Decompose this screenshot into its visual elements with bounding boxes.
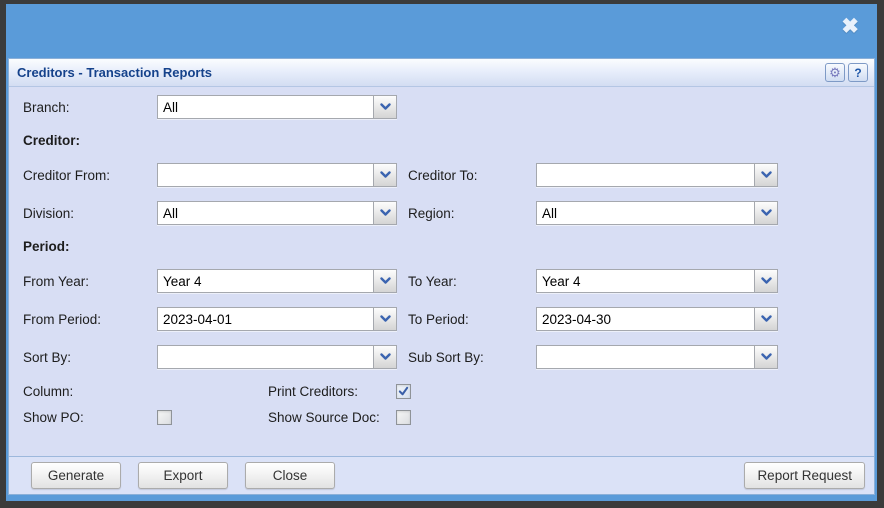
creditor-to-select[interactable]: [536, 163, 778, 187]
gear-icon[interactable]: ⚙: [825, 63, 845, 82]
creditor-to-label: Creditor To:: [408, 167, 478, 183]
branch-label: Branch:: [23, 99, 70, 115]
creditors-transaction-reports-dialog: Creditors - Transaction Reports ⚙ ? Bran…: [8, 58, 875, 495]
header-tools: ⚙ ?: [825, 63, 868, 82]
chevron-down-icon[interactable]: [754, 164, 777, 186]
branch-select[interactable]: All: [157, 95, 397, 119]
show-po-checkbox[interactable]: [157, 409, 172, 425]
creditor-from-to-row: Creditor From: Creditor To:: [23, 163, 874, 187]
from-period-value: 2023-04-01: [163, 311, 233, 327]
help-icon[interactable]: ?: [848, 63, 868, 82]
region-value: All: [542, 205, 558, 221]
to-year-select[interactable]: Year 4: [536, 269, 778, 293]
chevron-down-icon[interactable]: [373, 270, 396, 292]
chevron-down-icon[interactable]: [373, 202, 396, 224]
creditor-section-label: Creditor:: [23, 133, 80, 148]
to-year-value: Year 4: [542, 273, 581, 289]
close-icon[interactable]: ✖: [841, 16, 859, 37]
show-source-doc-label: Show Source Doc:: [268, 409, 380, 425]
dialog-title: Creditors - Transaction Reports: [17, 65, 213, 80]
print-creditors-checkbox[interactable]: [396, 383, 411, 399]
column-print-creditors-row: Column: Print Creditors:: [23, 383, 874, 399]
branch-value: All: [163, 99, 179, 115]
report-request-button[interactable]: Report Request: [744, 462, 865, 489]
from-period-label: From Period:: [23, 311, 102, 327]
modal-window: ✖ Creditors - Transaction Reports ⚙ ? Br…: [6, 4, 877, 501]
creditor-from-label: Creditor From:: [23, 167, 111, 183]
from-period-select[interactable]: 2023-04-01: [157, 307, 397, 331]
to-period-value: 2023-04-30: [542, 311, 612, 327]
division-value: All: [163, 205, 179, 221]
show-source-doc-checkbox[interactable]: [396, 409, 411, 425]
close-button[interactable]: Close: [245, 462, 335, 489]
branch-row: Branch: All: [23, 95, 874, 119]
chevron-down-icon[interactable]: [373, 164, 396, 186]
show-po-label: Show PO:: [23, 409, 84, 425]
from-year-label: From Year:: [23, 273, 90, 289]
chevron-down-icon[interactable]: [373, 96, 396, 118]
to-year-label: To Year:: [408, 273, 457, 289]
sub-sort-by-select[interactable]: [536, 345, 778, 369]
period-dates-row: From Period: 2023-04-01 To Period: 2023-…: [23, 307, 874, 331]
screen-frame: ✖ Creditors - Transaction Reports ⚙ ? Br…: [0, 0, 884, 508]
year-row: From Year: Year 4 To Year: Year 4: [23, 269, 874, 293]
from-year-value: Year 4: [163, 273, 202, 289]
dialog-body: Branch: All Creditor: Creditor From: Cre…: [9, 87, 874, 456]
region-select[interactable]: All: [536, 201, 778, 225]
division-region-row: Division: All Region: All: [23, 201, 874, 225]
division-select[interactable]: All: [157, 201, 397, 225]
show-po-source-doc-row: Show PO: Show Source Doc:: [23, 409, 874, 425]
chevron-down-icon[interactable]: [373, 308, 396, 330]
sort-by-select[interactable]: [157, 345, 397, 369]
chevron-down-icon[interactable]: [754, 270, 777, 292]
chevron-down-icon[interactable]: [754, 202, 777, 224]
to-period-select[interactable]: 2023-04-30: [536, 307, 778, 331]
print-creditors-label: Print Creditors:: [268, 383, 359, 399]
column-label: Column:: [23, 383, 74, 399]
creditor-from-select[interactable]: [157, 163, 397, 187]
period-section-label: Period:: [23, 239, 70, 254]
generate-button[interactable]: Generate: [31, 462, 121, 489]
dialog-header: Creditors - Transaction Reports ⚙ ?: [9, 59, 874, 87]
from-year-select[interactable]: Year 4: [157, 269, 397, 293]
sort-row: Sort By: Sub Sort By:: [23, 345, 874, 369]
division-label: Division:: [23, 205, 75, 221]
chevron-down-icon[interactable]: [754, 346, 777, 368]
sort-by-label: Sort By:: [23, 349, 72, 365]
dialog-footer: Generate Export Close Report Request: [9, 456, 874, 494]
to-period-label: To Period:: [408, 311, 469, 327]
region-label: Region:: [408, 205, 455, 221]
chevron-down-icon[interactable]: [754, 308, 777, 330]
export-button[interactable]: Export: [138, 462, 228, 489]
chevron-down-icon[interactable]: [373, 346, 396, 368]
sub-sort-by-label: Sub Sort By:: [408, 349, 484, 365]
